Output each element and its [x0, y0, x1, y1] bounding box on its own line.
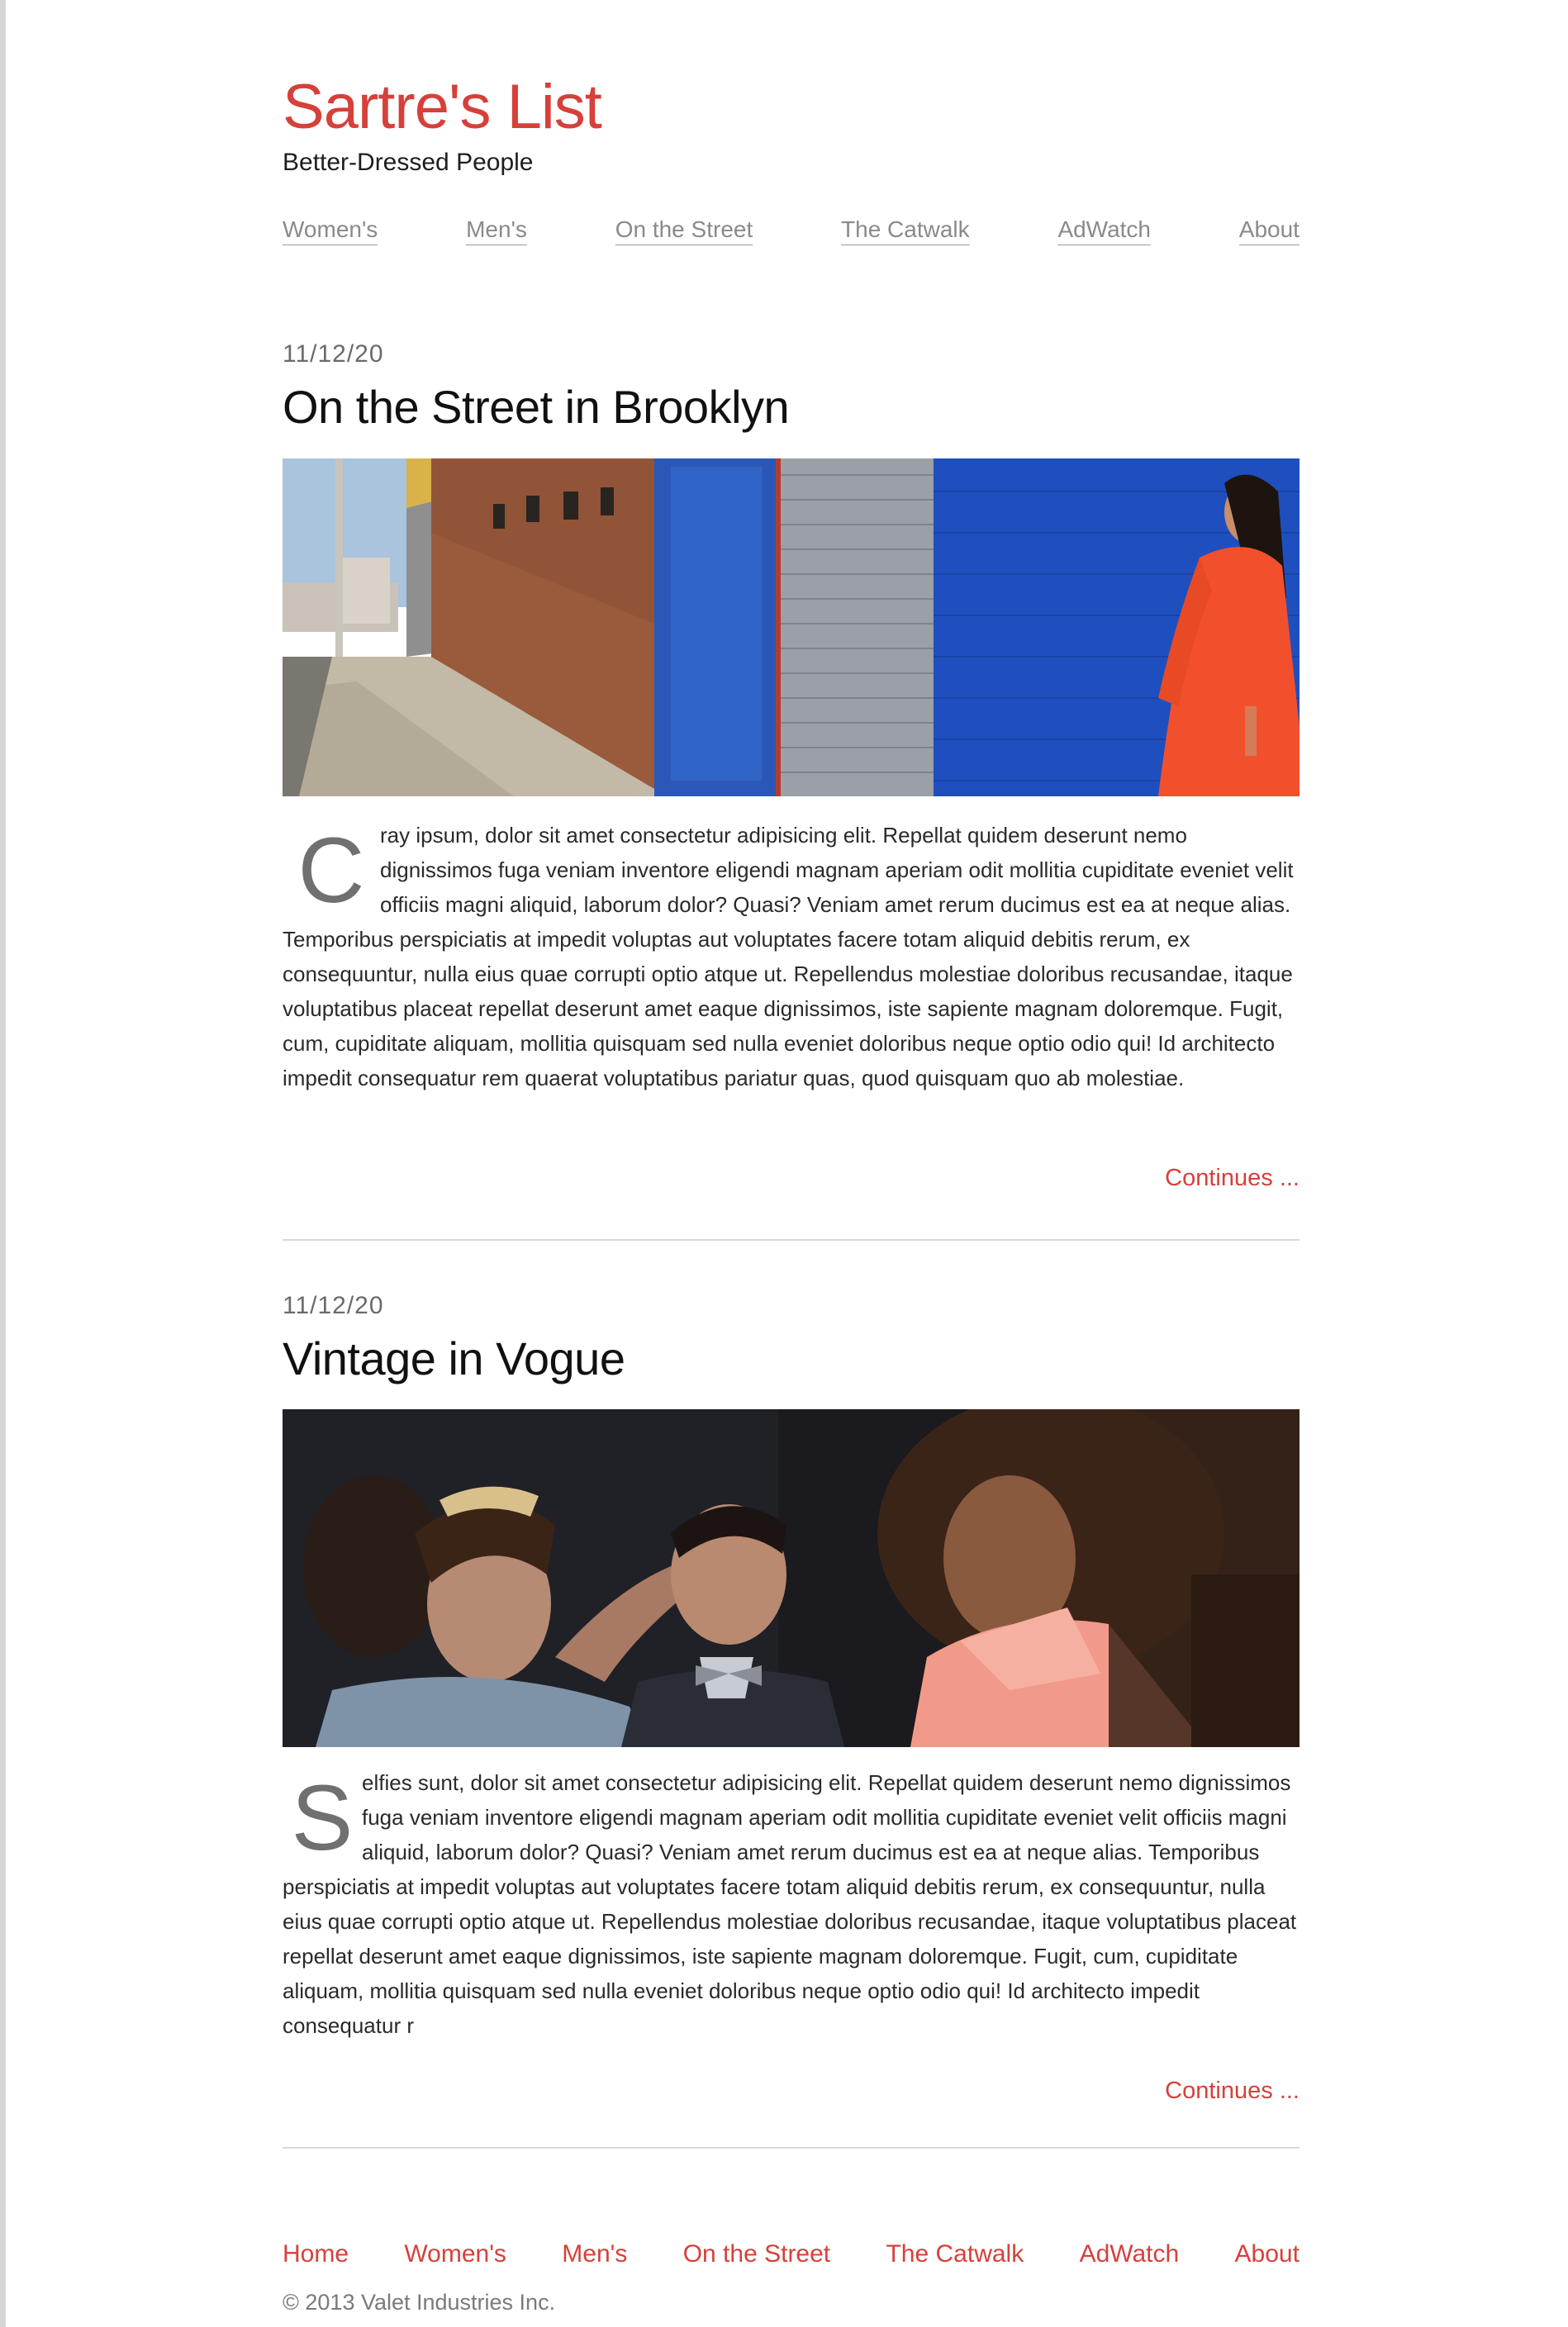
nav-item-adwatch[interactable]: AdWatch: [1057, 216, 1151, 245]
post-image-street[interactable]: [283, 458, 1300, 796]
nav-item-the-catwalk[interactable]: The Catwalk: [841, 216, 970, 245]
post-divider: [283, 1239, 1300, 1241]
post-dropcap: C: [297, 819, 365, 922]
footer-nav-womens[interactable]: Women's: [404, 2240, 506, 2268]
footer-nav-mens[interactable]: Men's: [562, 2240, 627, 2268]
post-date: 11/12/20: [283, 1292, 384, 1319]
post-image-vintage[interactable]: [283, 1409, 1300, 1747]
nav-item-womens[interactable]: Women's: [283, 216, 378, 245]
site-tagline: Better-Dressed People: [283, 149, 534, 176]
post-dropcap: S: [291, 1766, 354, 1869]
nav-item-mens[interactable]: Men's: [466, 216, 527, 245]
post-excerpt: Cray ipsum, dolor sit amet consectetur a…: [283, 818, 1300, 1095]
copyright: © 2013 Valet Industries Inc.: [283, 2290, 556, 2315]
footer-nav-home[interactable]: Home: [283, 2240, 349, 2268]
post-excerpt: Selfies sunt, dolor sit amet consectetur…: [283, 1765, 1300, 2043]
post-divider: [283, 2147, 1300, 2149]
page-left-border: [0, 0, 6, 2327]
continues-link[interactable]: Continues ...: [1165, 2078, 1300, 2105]
nav-item-on-the-street[interactable]: On the Street: [615, 216, 753, 245]
footer-nav-adwatch[interactable]: AdWatch: [1080, 2240, 1180, 2268]
post-title[interactable]: Vintage in Vogue: [283, 1333, 625, 1384]
footer-nav-about[interactable]: About: [1235, 2240, 1300, 2268]
footer-nav-on-the-street[interactable]: On the Street: [683, 2240, 830, 2268]
site-title[interactable]: Sartre's List: [283, 76, 602, 139]
nav-item-about[interactable]: About: [1238, 216, 1300, 245]
post-title[interactable]: On the Street in Brooklyn: [283, 382, 790, 433]
post-excerpt-text: ray ipsum, dolor sit amet consectetur ad…: [283, 823, 1294, 1090]
post-excerpt-text: elfies sunt, dolor sit amet consectetur …: [283, 1770, 1297, 2038]
footer-nav-the-catwalk[interactable]: The Catwalk: [886, 2240, 1024, 2268]
footer-nav: Home Women's Men's On the Street The Cat…: [283, 2240, 1300, 2268]
main-nav: Women's Men's On the Street The Catwalk …: [283, 216, 1300, 245]
post-date: 11/12/20: [283, 340, 384, 368]
continues-link[interactable]: Continues ...: [1165, 1165, 1300, 1192]
